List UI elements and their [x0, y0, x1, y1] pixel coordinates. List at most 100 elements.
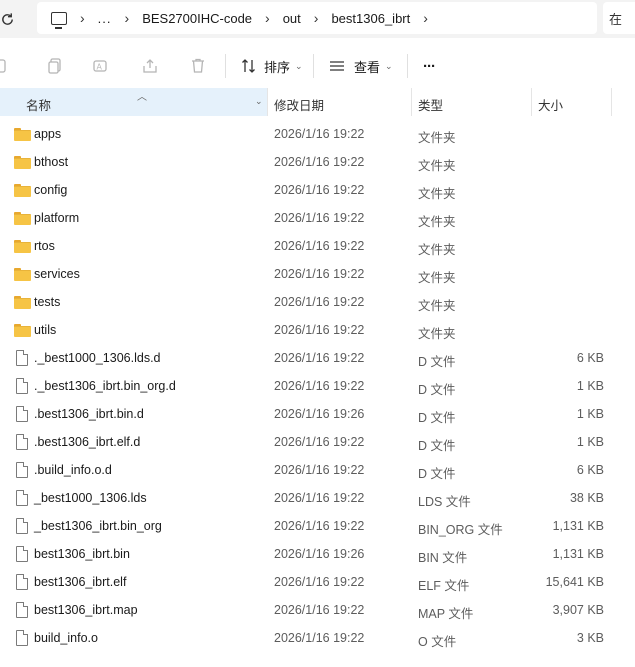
file-type: LDS 文件 — [418, 495, 471, 509]
file-name: platform — [34, 211, 80, 225]
copy-icon[interactable] — [46, 57, 64, 75]
file-row[interactable]: ._best1306_ibrt.bin_org.d 2026/1/16 19:22… — [0, 372, 635, 400]
file-icon — [16, 546, 28, 562]
file-row[interactable]: tests 2026/1/16 19:22 文件夹 — [0, 288, 635, 316]
file-type: D 文件 — [418, 467, 456, 481]
file-type: 文件夹 — [418, 159, 456, 173]
file-type: 文件夹 — [418, 215, 456, 229]
file-date: 2026/1/16 19:22 — [274, 127, 365, 141]
cut-icon[interactable] — [0, 57, 10, 75]
folder-icon — [14, 128, 31, 141]
svg-text:A: A — [97, 63, 103, 72]
file-size: 3 KB — [576, 631, 604, 645]
file-row[interactable]: ._best1000_1306.lds.d 2026/1/16 19:22 D 文件… — [0, 344, 635, 372]
file-row[interactable]: utils 2026/1/16 19:22 文件夹 — [0, 316, 635, 344]
file-date: 2026/1/16 19:22 — [274, 267, 365, 281]
file-row[interactable]: services 2026/1/16 19:22 文件夹 — [0, 260, 635, 288]
breadcrumb-item[interactable]: best1306_ibrt — [331, 11, 410, 26]
file-row[interactable]: .build_info.o.d 2026/1/16 19:22 D 文件 6 KB — [0, 456, 635, 484]
file-size: 38 KB — [569, 491, 604, 505]
file-size: 1 KB — [576, 435, 604, 449]
file-row[interactable]: _best1000_1306.lds 2026/1/16 19:22 LDS 文件 3… — [0, 484, 635, 512]
sort-button[interactable]: 排序 ⌄ — [241, 54, 303, 78]
file-type: 文件夹 — [418, 243, 456, 257]
file-type: 文件夹 — [418, 299, 456, 313]
more-options-button[interactable]: ··· — [423, 54, 436, 78]
file-date: 2026/1/16 19:22 — [274, 463, 365, 477]
file-row[interactable]: best1306_ibrt.map 2026/1/16 19:22 MAP 文件 3,… — [0, 596, 635, 624]
file-size: 6 KB — [576, 463, 604, 477]
file-icon — [16, 462, 28, 478]
folder-icon — [14, 268, 31, 281]
file-row[interactable]: rtos 2026/1/16 19:22 文件夹 — [0, 232, 635, 260]
file-date: 2026/1/16 19:22 — [274, 155, 365, 169]
file-row[interactable]: .best1306_ibrt.bin.d 2026/1/16 19:26 D 文件 1… — [0, 400, 635, 428]
view-button[interactable]: 查看 ⌄ — [329, 54, 393, 78]
toolbar-divider — [313, 54, 314, 78]
breadcrumb-overflow[interactable]: ... — [98, 11, 112, 26]
share-icon[interactable] — [141, 57, 159, 75]
file-icon — [16, 350, 28, 366]
column-separator[interactable] — [611, 88, 612, 116]
file-type: 文件夹 — [418, 327, 456, 341]
chevron-down-icon[interactable]: ⌄ — [255, 96, 263, 107]
sort-ascending-icon: ︿ — [137, 92, 147, 103]
chevron-right-icon[interactable]: › — [314, 10, 319, 26]
file-row[interactable]: bthost 2026/1/16 19:22 文件夹 — [0, 148, 635, 176]
chevron-right-icon[interactable]: › — [265, 10, 270, 26]
file-row[interactable]: .best1306_ibrt.elf.d 2026/1/16 19:22 D 文件 1… — [0, 428, 635, 456]
address-bar-row: › ... › BES2700IHC-code › out › best1306… — [0, 0, 635, 38]
breadcrumb-item[interactable]: BES2700IHC-code — [142, 11, 252, 26]
file-name: ._best1306_ibrt.bin_org.d — [34, 379, 176, 393]
folder-icon — [14, 212, 31, 225]
file-date: 2026/1/16 19:22 — [274, 183, 365, 197]
file-type: MAP 文件 — [418, 607, 474, 621]
file-name: utils — [34, 323, 57, 337]
column-separator[interactable] — [411, 88, 412, 116]
chevron-right-icon[interactable]: › — [125, 10, 130, 26]
rename-icon[interactable]: A — [92, 57, 110, 75]
folder-icon — [14, 324, 31, 337]
breadcrumb-item[interactable]: out — [283, 11, 301, 26]
file-name: tests — [34, 295, 61, 309]
file-size: 1,131 KB — [552, 519, 604, 533]
sort-label: 排序 — [264, 59, 291, 75]
file-row[interactable]: platform 2026/1/16 19:22 文件夹 — [0, 204, 635, 232]
file-type: D 文件 — [418, 439, 456, 453]
this-pc-icon[interactable] — [51, 11, 67, 29]
file-name: bthost — [34, 155, 69, 169]
search-input[interactable]: 在 — [603, 2, 635, 34]
column-separator[interactable] — [267, 88, 268, 116]
file-date: 2026/1/16 19:22 — [274, 239, 365, 253]
address-bar[interactable]: › ... › BES2700IHC-code › out › best1306… — [37, 2, 597, 34]
column-separator[interactable] — [531, 88, 532, 116]
file-type: D 文件 — [418, 355, 456, 369]
file-row[interactable]: _best1306_ibrt.bin_org 2026/1/16 19:22 BIN… — [0, 512, 635, 540]
delete-icon[interactable] — [189, 57, 207, 75]
file-name: best1306_ibrt.map — [34, 603, 138, 617]
file-name: .build_info.o.d — [34, 463, 112, 477]
file-date: 2026/1/16 19:22 — [274, 603, 365, 617]
file-size: 3,907 KB — [552, 603, 604, 617]
chevron-right-icon[interactable]: › — [423, 10, 428, 26]
chevron-right-icon[interactable]: › — [80, 10, 85, 26]
file-type: D 文件 — [418, 411, 456, 425]
file-row[interactable]: best1306_ibrt.bin 2026/1/16 19:26 BIN 文件 1,… — [0, 540, 635, 568]
file-row[interactable]: best1306_ibrt.elf 2026/1/16 19:22 ELF 文件 15… — [0, 568, 635, 596]
file-icon — [16, 406, 28, 422]
column-header-name-label: 名称 — [26, 99, 52, 113]
file-date: 2026/1/16 19:22 — [274, 351, 365, 365]
refresh-icon[interactable] — [0, 8, 18, 30]
file-size: 1,131 KB — [552, 547, 604, 561]
file-row[interactable]: config 2026/1/16 19:22 文件夹 — [0, 176, 635, 204]
column-header-date[interactable]: 修改日期 — [274, 95, 324, 114]
file-type: O 文件 — [418, 635, 457, 649]
file-date: 2026/1/16 19:22 — [274, 435, 365, 449]
column-header-size[interactable]: 大小 — [538, 95, 563, 114]
file-date: 2026/1/16 19:22 — [274, 379, 365, 393]
file-row[interactable]: build_info.o 2026/1/16 19:22 O 文件 3 KB — [0, 624, 635, 652]
column-header-type[interactable]: 类型 — [418, 95, 443, 114]
chevron-down-icon: ⌄ — [385, 60, 393, 71]
view-icon — [330, 61, 344, 71]
file-row[interactable]: apps 2026/1/16 19:22 文件夹 — [0, 120, 635, 148]
